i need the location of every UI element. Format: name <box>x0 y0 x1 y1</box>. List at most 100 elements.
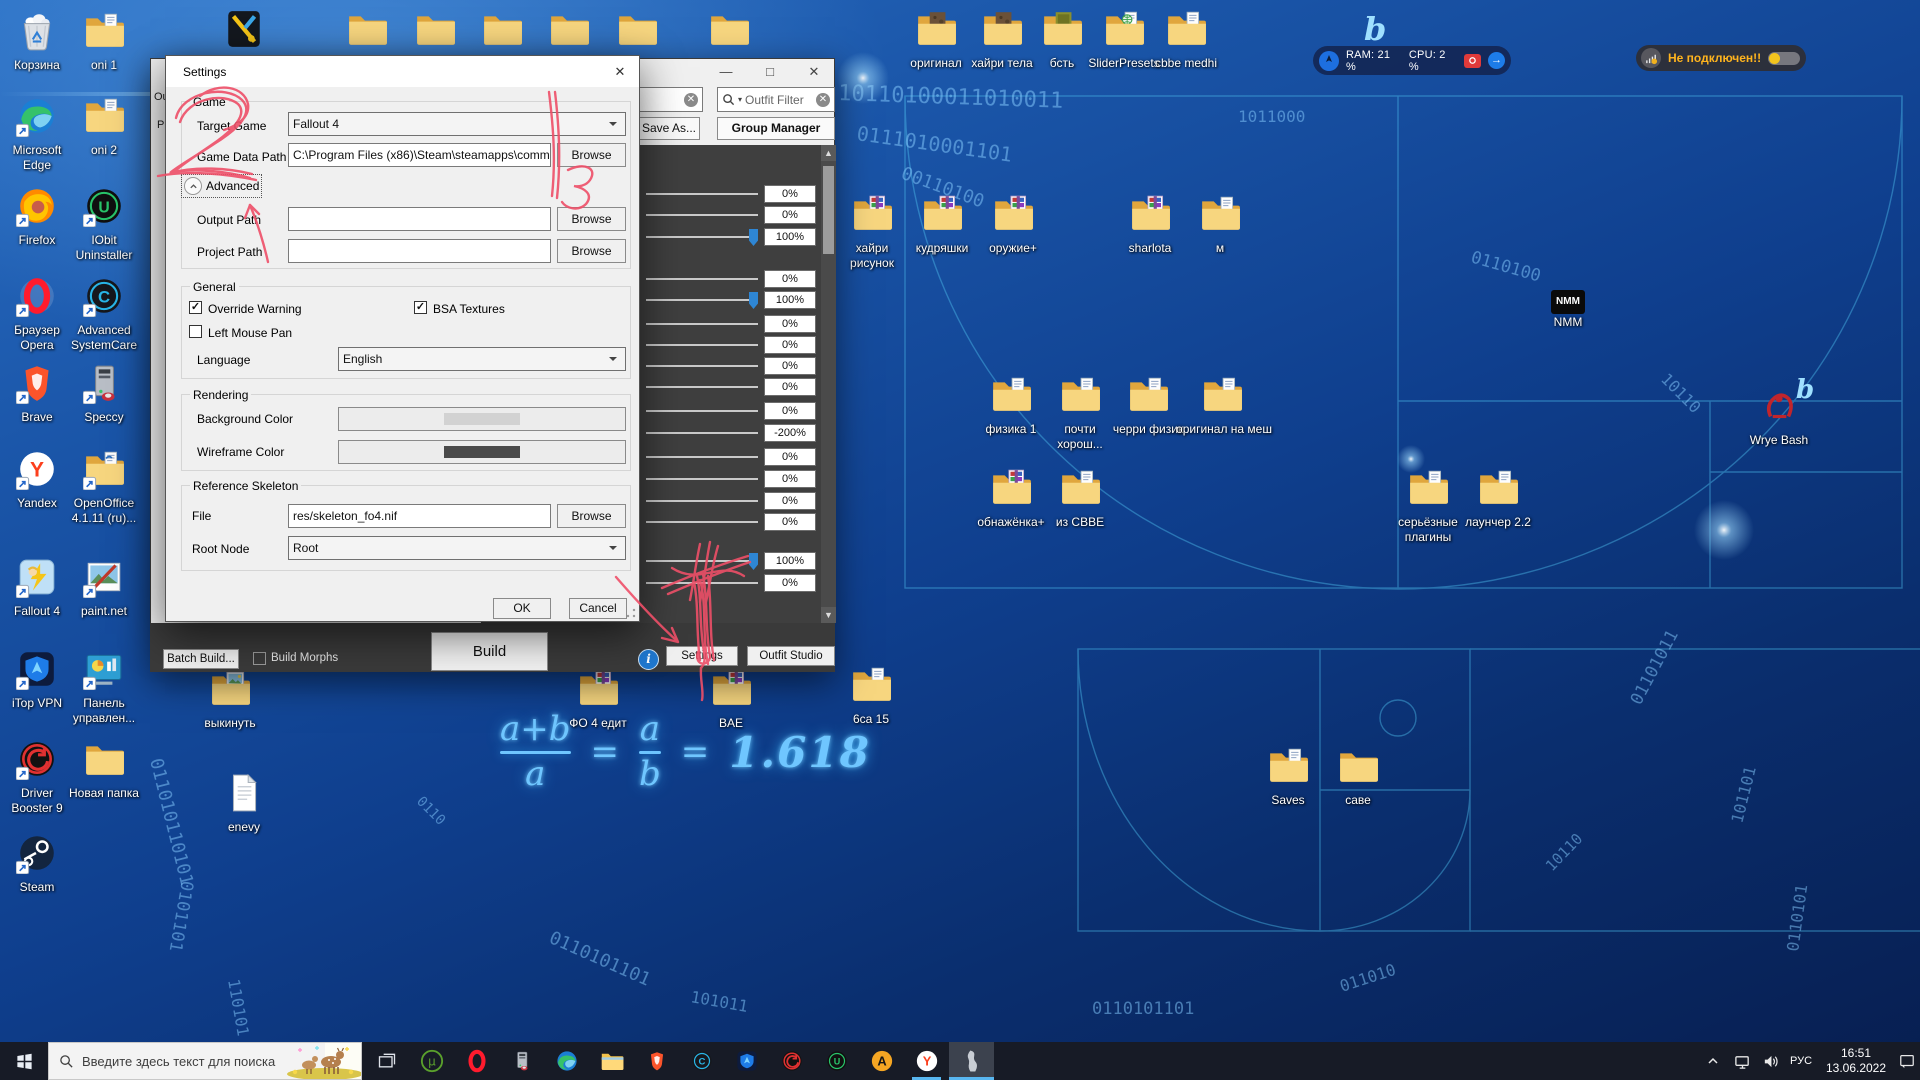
camera-icon[interactable] <box>1464 54 1481 68</box>
start-button[interactable] <box>0 1042 48 1080</box>
desktop-icon[interactable]: paint.net <box>56 556 152 619</box>
taskbar-app-amigo[interactable]: A <box>859 1042 904 1080</box>
slider-track[interactable] <box>646 193 758 195</box>
desktop-icon-nmm[interactable]: NMM NMM <box>1520 290 1616 330</box>
taskbar-app-itoptb[interactable] <box>724 1042 769 1080</box>
slider-value[interactable]: 100% <box>764 291 816 309</box>
dialog-close-icon[interactable]: ✕ <box>611 63 629 81</box>
desktop-icon[interactable] <box>589 8 685 55</box>
filter-dropdown-arrow[interactable]: ▾ <box>738 89 742 111</box>
build-button[interactable]: Build <box>431 632 548 671</box>
tray-chevron-up-icon[interactable] <box>1700 1042 1726 1080</box>
slider-track[interactable] <box>646 582 758 584</box>
browse-output-button[interactable]: Browse <box>557 207 626 231</box>
game-data-path-input[interactable]: C:\Program Files (x86)\Steam\steamapps\c… <box>288 143 551 167</box>
target-game-select[interactable]: Fallout 4 <box>288 112 626 136</box>
tray-language[interactable]: РУС <box>1784 1042 1818 1080</box>
slider-track[interactable] <box>646 344 758 346</box>
slider-value[interactable]: 0% <box>764 185 816 203</box>
tray-network-icon[interactable] <box>1728 1042 1756 1080</box>
taskbar-search[interactable]: Введите здесь текст для поиска <box>48 1042 362 1080</box>
skeleton-file-input[interactable]: res/skeleton_fo4.nif <box>288 504 551 528</box>
desktop-icon[interactable]: Wrye Bash <box>1731 385 1827 448</box>
taskbar-app-taskview[interactable] <box>364 1042 409 1080</box>
desktop-icon[interactable]: UIObit Uninstaller <box>56 185 152 262</box>
browse-game-data-button[interactable]: Browse <box>557 143 626 167</box>
tray-clock[interactable]: 16:51 13.06.2022 <box>1818 1042 1894 1080</box>
desktop-icon[interactable]: cbbe medhi <box>1138 8 1234 71</box>
slider-value[interactable]: 0% <box>764 470 816 488</box>
vpn-status-widget[interactable]: Не подключен!! <box>1636 45 1806 71</box>
vpn-toggle[interactable] <box>1768 52 1800 65</box>
background-color-button[interactable] <box>338 407 626 431</box>
taskbar-app-yandextb[interactable]: Y <box>904 1042 949 1080</box>
settings-button[interactable]: Settings <box>666 646 738 666</box>
slider-thumb[interactable] <box>749 229 758 246</box>
slider-track[interactable] <box>646 278 758 280</box>
arrow-right-icon[interactable]: → <box>1488 52 1505 69</box>
override-warning-checkbox[interactable]: ✓ <box>189 301 202 314</box>
desktop-icon[interactable]: CAdvanced SystemCare <box>56 275 152 352</box>
outfit-filter-input[interactable]: ▾ Outfit Filter ✕ <box>717 87 835 112</box>
resize-grip[interactable] <box>626 608 636 618</box>
slider-track[interactable] <box>646 299 758 301</box>
slider-track[interactable] <box>646 521 758 523</box>
clear-filter-icon[interactable]: ✕ <box>684 93 698 107</box>
desktop-icon[interactable]: ФО 4 едит <box>550 668 646 731</box>
desktop-icon[interactable]: Новая папка <box>56 738 152 801</box>
desktop-icon[interactable]: из CBBE <box>1032 467 1128 530</box>
taskbar-app-edgetb[interactable] <box>544 1042 589 1080</box>
slider-track[interactable] <box>646 560 758 562</box>
desktop-icon[interactable] <box>196 8 292 55</box>
info-icon[interactable]: i <box>638 649 659 670</box>
slider-value[interactable]: 0% <box>764 448 816 466</box>
left-mouse-pan-checkbox[interactable] <box>189 325 202 338</box>
slider-value[interactable]: 0% <box>764 336 816 354</box>
desktop-icon[interactable]: OpenOffice 4.1.11 (ru)... <box>56 448 152 525</box>
slider-value[interactable]: -200% <box>764 424 816 442</box>
slider-track[interactable] <box>646 478 758 480</box>
desktop-icon[interactable]: enevy <box>196 772 292 835</box>
taskbar-app-tower[interactable] <box>499 1042 544 1080</box>
slider-value[interactable]: 0% <box>764 206 816 224</box>
taskbar-app-dbtb[interactable] <box>769 1042 814 1080</box>
root-node-select[interactable]: Root <box>288 536 626 560</box>
advanced-toggle[interactable]: Advanced <box>184 177 259 195</box>
action-center-icon[interactable] <box>1894 1042 1920 1080</box>
slider-track[interactable] <box>646 236 758 238</box>
batch-build-button[interactable]: Batch Build... <box>163 649 239 669</box>
desktop-icon[interactable]: выкинуть <box>182 668 278 731</box>
save-as-button[interactable]: Save As... <box>638 117 700 140</box>
scrollbar-thumb[interactable] <box>823 166 834 254</box>
slider-value[interactable]: 0% <box>764 357 816 375</box>
desktop-icon[interactable]: саве <box>1310 745 1406 808</box>
slider-thumb[interactable] <box>749 292 758 309</box>
taskbar-app-asctb[interactable]: C <box>679 1042 724 1080</box>
taskbar-app-utorrent[interactable]: µ <box>409 1042 454 1080</box>
performance-widget[interactable]: RAM: 21 % CPU: 2 % → <box>1313 46 1511 75</box>
minimize-button[interactable]: — <box>714 65 738 78</box>
taskbar-app-operatb[interactable] <box>454 1042 499 1080</box>
slider-track[interactable] <box>646 214 758 216</box>
taskbar-app-explorer[interactable] <box>589 1042 634 1080</box>
dialog-titlebar[interactable]: Settings ✕ <box>166 56 639 87</box>
desktop-icon[interactable]: Speccy <box>56 362 152 425</box>
scroll-up-icon[interactable]: ▲ <box>821 145 836 161</box>
slider-value[interactable]: 0% <box>764 574 816 592</box>
slider-track[interactable] <box>646 386 758 388</box>
bsa-textures-checkbox[interactable]: ✓ <box>414 301 427 314</box>
desktop-icon[interactable]: оружие+ <box>965 193 1061 256</box>
slider-value[interactable]: 0% <box>764 378 816 396</box>
browse-skeleton-button[interactable]: Browse <box>557 504 626 528</box>
slider-value[interactable]: 0% <box>764 402 816 420</box>
slider-track[interactable] <box>646 410 758 412</box>
desktop-icon[interactable]: Панель управлен... <box>56 648 152 725</box>
wireframe-color-button[interactable] <box>338 440 626 464</box>
browse-project-button[interactable]: Browse <box>557 239 626 263</box>
desktop-icon[interactable]: 6ca 15 <box>823 664 919 727</box>
desktop-icon[interactable]: oni 2 <box>56 95 152 158</box>
close-button[interactable]: ✕ <box>802 65 826 78</box>
slider-value[interactable]: 0% <box>764 513 816 531</box>
desktop-icon[interactable] <box>681 8 777 55</box>
project-path-input[interactable] <box>288 239 551 263</box>
